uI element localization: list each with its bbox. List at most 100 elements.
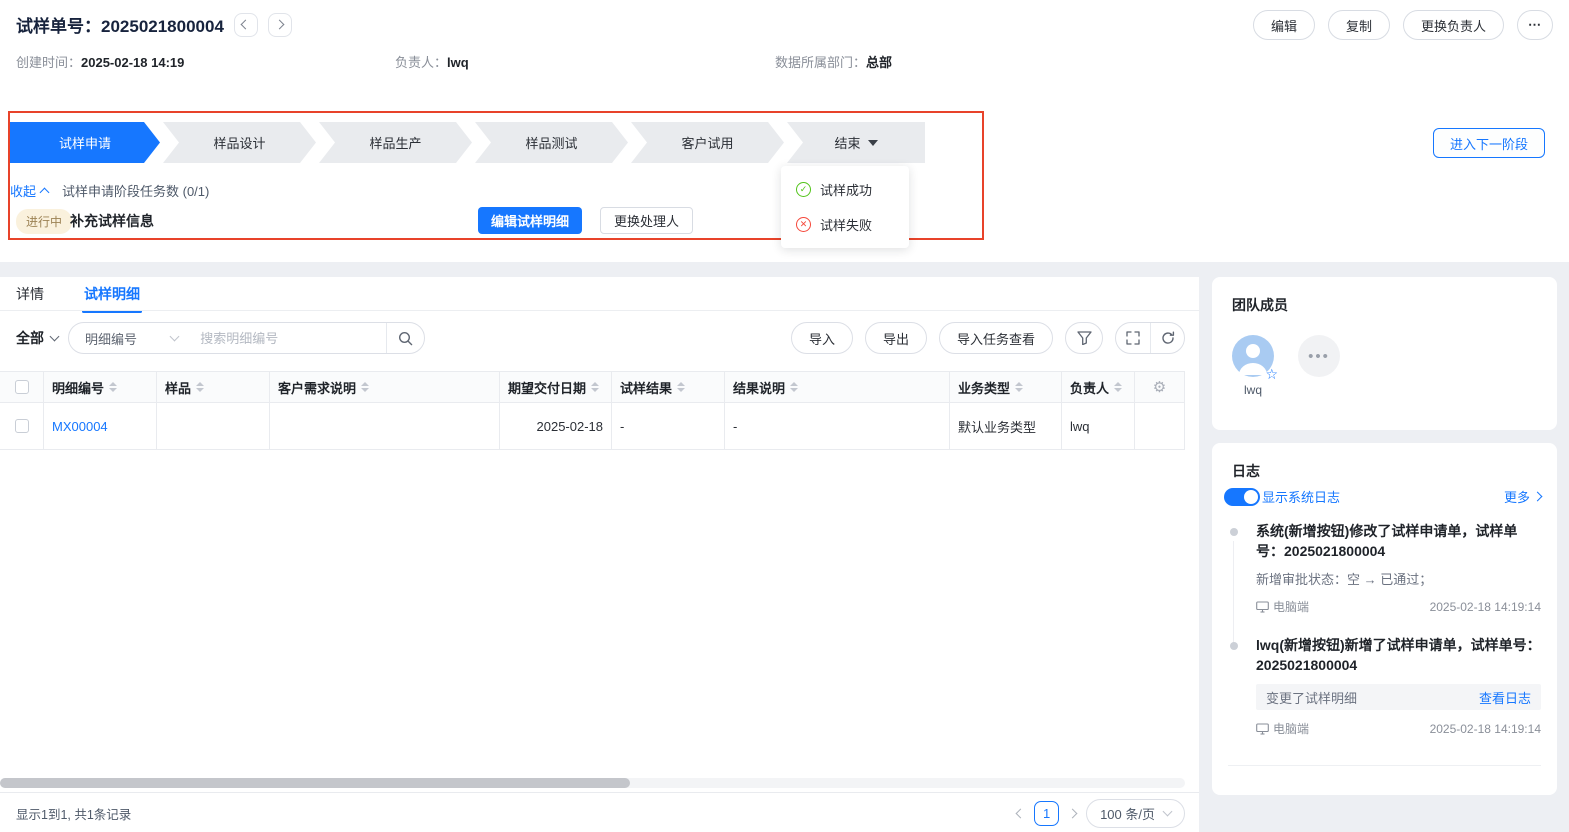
menu-item-label: 试样成功 — [820, 183, 873, 198]
column-settings-button[interactable]: ⚙ — [1135, 372, 1185, 402]
log-change-box: 变更了试样明细 查看日志 — [1256, 684, 1541, 710]
chevron-down-icon — [49, 331, 60, 342]
cell-owner: lwq — [1062, 403, 1135, 449]
filter-button[interactable] — [1065, 322, 1103, 354]
collapse-link[interactable]: 收起 — [10, 181, 50, 200]
scope-filter-dropdown[interactable]: 全部 — [16, 328, 60, 348]
horizontal-scrollbar-thumb[interactable] — [0, 778, 630, 788]
change-handler-button[interactable]: 更换处理人 — [600, 207, 694, 234]
column-header-sample[interactable]: 样品 — [157, 372, 270, 402]
select-all-checkbox[interactable] — [14, 380, 29, 394]
column-header-owner[interactable]: 负责人 — [1062, 372, 1135, 402]
next-stage-button[interactable]: 进入下一阶段 — [1432, 128, 1545, 158]
column-header-expected-delivery[interactable]: 期望交付日期 — [500, 372, 612, 402]
chevron-right-icon — [1067, 808, 1078, 818]
column-header-trial-result[interactable]: 试样结果 — [612, 372, 725, 402]
search-icon — [399, 331, 413, 345]
more-logs-link[interactable]: 更多 — [1504, 487, 1543, 506]
page-size-select[interactable]: 100 条/页 — [1086, 798, 1185, 828]
prev-page-button[interactable] — [1015, 808, 1026, 818]
stage-item-customer-trial[interactable]: 客户试用 — [631, 122, 784, 163]
chevron-left-icon — [1015, 808, 1026, 818]
check-circle-icon: ✓ — [796, 182, 811, 197]
edit-button[interactable]: 编辑 — [1252, 10, 1315, 40]
column-header-business-type[interactable]: 业务类型 — [950, 372, 1062, 402]
view-log-link[interactable]: 查看日志 — [1479, 688, 1531, 707]
team-member[interactable]: ☆ lwq — [1232, 335, 1278, 397]
stage-item-end[interactable]: 结束 — [787, 122, 925, 163]
search-group: 明细编号 — [68, 322, 425, 354]
stage-item-trial-apply[interactable]: 试样申请 — [10, 122, 160, 163]
footer-divider — [0, 792, 1199, 793]
page-title-value: 2025021800004 — [101, 17, 224, 36]
stage-task-summary-row: 收起 试样申请阶段任务数 (0/1) — [10, 181, 209, 200]
column-label: 客户需求说明 — [278, 380, 357, 396]
page-size-value: 100 条/页 — [1100, 806, 1155, 822]
copy-button[interactable]: 复制 — [1327, 10, 1390, 40]
sort-icon — [790, 382, 799, 392]
tab-trial-detail[interactable]: 试样明细 — [82, 284, 142, 313]
search-input[interactable] — [190, 323, 387, 353]
log-entry: lwq(新增按钮)新增了试样申请单，试样单号：2025021800004 变更了… — [1212, 629, 1557, 751]
stage-item-sample-design[interactable]: 样品设计 — [163, 122, 316, 163]
filter-funnel-icon — [1076, 331, 1092, 345]
column-header-detail-no[interactable]: 明细编号 — [44, 372, 157, 402]
more-members-button[interactable]: ••• — [1298, 335, 1340, 377]
column-header-customer-requirement[interactable]: 客户需求说明 — [270, 372, 500, 402]
log-timestamp: 2025-02-18 14:19:14 — [1429, 599, 1541, 614]
search-field-value: 明细编号 — [85, 331, 138, 347]
department-field: 数据所属部门：总部 — [775, 52, 892, 71]
cell-actions — [1135, 403, 1185, 449]
column-label: 样品 — [165, 380, 192, 396]
owner-field: 负责人：lwq — [395, 52, 469, 71]
log-change-label: 变更了试样明细 — [1266, 690, 1358, 706]
system-log-toggle[interactable]: 显示系统日志 — [1224, 487, 1340, 506]
team-members-title: 团队成员 — [1232, 297, 1288, 313]
search-button[interactable] — [386, 323, 424, 353]
log-list: 系统(新增按钮)修改了试样申请单，试样单号：2025021800004 新增审批… — [1212, 515, 1557, 751]
current-page-button[interactable]: 1 — [1034, 800, 1060, 826]
import-task-view-button[interactable]: 导入任务查看 — [938, 322, 1053, 354]
page-title: 试样单号：2025021800004 — [16, 12, 224, 37]
column-label: 业务类型 — [958, 380, 1011, 396]
search-field-select[interactable]: 明细编号 — [69, 323, 190, 353]
edit-trial-detail-button[interactable]: 编辑试样明细 — [478, 207, 583, 234]
menu-item-trial-success[interactable]: ✓ 试样成功 — [781, 172, 909, 207]
close-circle-icon: ✕ — [796, 217, 811, 232]
cell-detail-no[interactable]: MX00004 — [44, 403, 157, 449]
column-label: 结果说明 — [733, 380, 786, 396]
stage-label: 样品生产 — [369, 136, 422, 151]
refresh-icon — [1161, 331, 1174, 344]
row-checkbox[interactable] — [14, 419, 29, 433]
horizontal-scrollbar — [0, 778, 1185, 788]
import-button[interactable]: 导入 — [790, 322, 853, 354]
refresh-button[interactable] — [1150, 323, 1184, 353]
change-owner-button[interactable]: 更换负责人 — [1402, 10, 1504, 40]
prev-record-button[interactable] — [233, 12, 258, 37]
more-actions-button[interactable]: ⋯ — [1517, 10, 1553, 40]
column-header-result-note[interactable]: 结果说明 — [725, 372, 950, 402]
team-members-card: 团队成员 ☆ lwq ••• — [1212, 277, 1557, 430]
caret-down-icon — [867, 139, 878, 146]
created-time-field: 创建时间：2025-02-18 14:19 — [16, 52, 184, 71]
cell-trial-result: - — [612, 403, 725, 449]
next-record-button[interactable] — [267, 12, 292, 37]
sort-icon — [591, 382, 600, 392]
column-label: 试样结果 — [620, 380, 673, 396]
stage-item-sample-production[interactable]: 样品生产 — [319, 122, 472, 163]
log-device-label: 电脑端 — [1273, 600, 1310, 614]
next-page-button[interactable] — [1067, 808, 1078, 818]
title-row: 试样单号：2025021800004 — [16, 12, 292, 37]
log-toggle-row: 显示系统日志 更多 — [1224, 487, 1543, 506]
collapse-label: 收起 — [10, 184, 37, 199]
select-all-checkbox-cell — [0, 372, 44, 402]
menu-item-trial-fail[interactable]: ✕ 试样失败 — [781, 207, 909, 242]
expand-icon — [1126, 331, 1140, 345]
tab-detail[interactable]: 详情 — [16, 284, 44, 313]
fullscreen-button[interactable] — [1116, 323, 1150, 353]
stage-item-sample-testing[interactable]: 样品测试 — [475, 122, 628, 163]
export-button[interactable]: 导出 — [864, 322, 927, 354]
column-label: 负责人 — [1070, 380, 1110, 396]
ellipsis-icon: ••• — [1308, 347, 1330, 365]
info-row: 创建时间：2025-02-18 14:19 负责人：lwq 数据所属部门：总部 — [0, 52, 1569, 70]
